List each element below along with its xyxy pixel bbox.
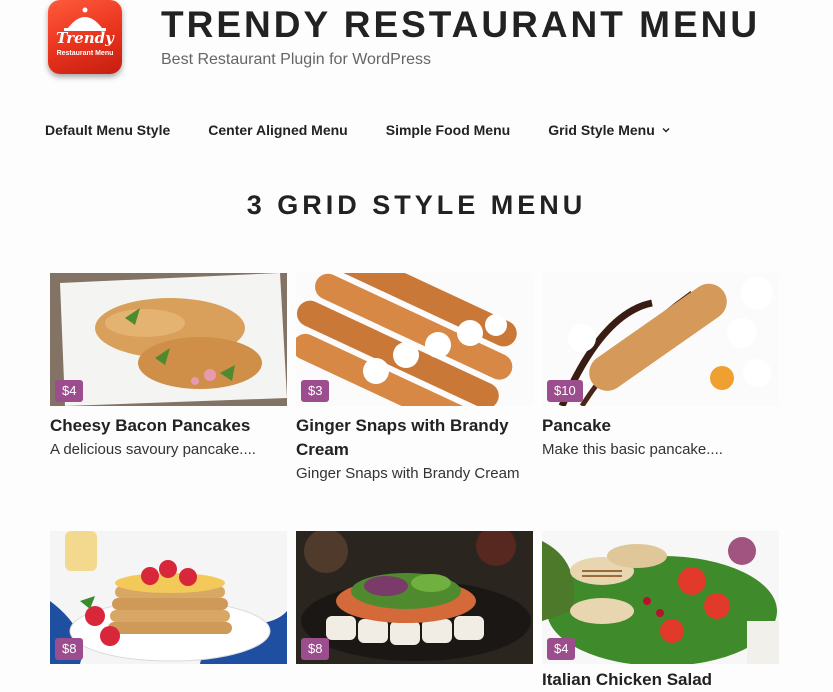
nav-item-grid-style-menu[interactable]: Grid Style Menu <box>548 122 671 138</box>
price-badge: $8 <box>301 638 330 660</box>
menu-item-title[interactable]: Italian Chicken Salad <box>542 668 779 692</box>
price-badge: $10 <box>547 380 583 402</box>
sushi-platter-image[interactable]: $8 <box>296 531 533 664</box>
nav-item-label: Center Aligned Menu <box>208 122 348 138</box>
logo-subtitle: Restaurant Menu <box>56 50 114 57</box>
nav-item-simple-food-menu[interactable]: Simple Food Menu <box>386 122 510 138</box>
menu-item-card[interactable]: $3 Ginger Snaps with Brandy Cream Ginger… <box>296 273 533 486</box>
cheesy-bacon-pancakes-image[interactable]: $4 <box>50 273 287 406</box>
price-badge: $3 <box>301 380 330 402</box>
menu-item-card[interactable]: $10 Pancake Make this basic pancake.... <box>542 273 779 462</box>
nav-item-label: Simple Food Menu <box>385 122 511 138</box>
site-title[interactable]: TRENDY RESTAURANT MENU <box>161 4 760 46</box>
menu-item-card[interactable]: $8 <box>50 531 287 664</box>
menu-item-description: Make this basic pancake.... <box>542 441 723 458</box>
price-badge: $4 <box>55 380 84 402</box>
menu-item-card[interactable]: $8 <box>296 531 533 664</box>
site-logo[interactable]: Trendy Restaurant Menu <box>48 0 122 74</box>
nav-item-center-aligned-menu[interactable]: Center Aligned Menu <box>208 122 348 138</box>
menu-item-title[interactable]: Pancake <box>542 414 779 438</box>
nav-item-label: Default Menu Style <box>45 122 171 138</box>
menu-item-description: A delicious savoury pancake.... <box>50 441 256 458</box>
site-tagline: Best Restaurant Plugin for WordPress <box>161 51 432 68</box>
menu-item-title[interactable]: Cheesy Bacon Pancakes <box>50 414 287 438</box>
main-navigation: Default Menu Style Center Aligned Menu S… <box>45 120 709 140</box>
price-badge: $8 <box>55 638 84 660</box>
menu-item-card[interactable]: $4 Cheesy Bacon Pancakes A delicious sav… <box>50 273 287 462</box>
chevron-down-icon <box>662 128 670 133</box>
pancake-stack-raspberries-image[interactable]: $8 <box>50 531 287 664</box>
menu-item-card[interactable]: $4 Italian Chicken Salad <box>542 531 779 692</box>
nav-item-default-menu-style[interactable]: Default Menu Style <box>45 122 170 138</box>
nav-item-label: Grid Style Menu <box>548 122 655 138</box>
menu-item-description: Ginger Snaps with Brandy Cream <box>296 465 520 482</box>
ginger-snaps-image[interactable]: $3 <box>296 273 533 406</box>
logo-script-text: Trendy <box>56 29 114 47</box>
price-badge: $4 <box>547 638 576 660</box>
page-title: 3 GRID STYLE MENU <box>246 190 587 220</box>
menu-item-title[interactable]: Ginger Snaps with Brandy Cream <box>296 414 533 462</box>
pancake-image[interactable]: $10 <box>542 273 779 406</box>
italian-chicken-salad-image[interactable]: $4 <box>542 531 779 664</box>
